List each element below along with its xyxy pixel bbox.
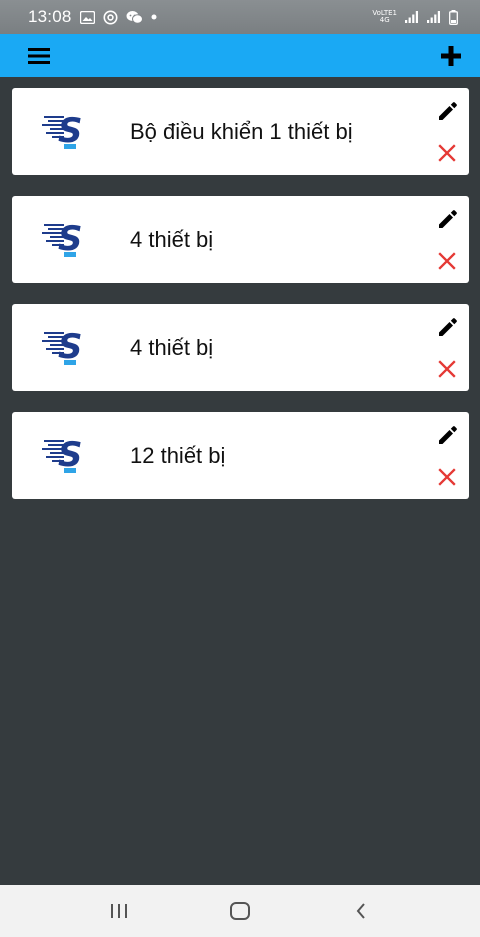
device-name: 4 thiết bị [130, 226, 214, 252]
network-bottom-label: 4G [379, 16, 390, 24]
plus-icon [440, 45, 462, 67]
network-type-indicator: VoLTE1 4G [372, 10, 397, 24]
brand-s-logo: S [42, 324, 92, 368]
delete-button[interactable] [435, 357, 459, 381]
device-name: 4 thiết bị [130, 334, 214, 360]
device-name: Bộ điều khiển 1 thiết bị [130, 118, 353, 144]
status-time: 13:08 [28, 7, 72, 26]
add-button[interactable] [436, 41, 466, 71]
signal-icon [427, 11, 441, 23]
chat-icon [126, 10, 143, 25]
brand-s-logo: S [42, 108, 92, 152]
system-navigation-bar [0, 885, 480, 937]
hamburger-menu-icon [28, 47, 50, 65]
device-card[interactable]: S Bộ điều khiển 1 thiết bị [12, 88, 469, 175]
edit-button[interactable] [435, 314, 461, 340]
pencil-icon [437, 100, 459, 122]
battery-icon [449, 9, 458, 25]
recent-apps-button[interactable] [99, 891, 139, 931]
pencil-icon [437, 424, 459, 446]
delete-button[interactable] [435, 141, 459, 165]
signal-icon [405, 11, 419, 23]
at-icon [103, 10, 118, 25]
app-bar [0, 34, 480, 77]
status-left: 13:08 [28, 7, 157, 27]
dot-icon [151, 14, 157, 20]
close-icon [438, 252, 456, 270]
delete-button[interactable] [435, 249, 459, 273]
pencil-icon [437, 208, 459, 230]
status-right: VoLTE1 4G [372, 9, 458, 25]
delete-button[interactable] [435, 465, 459, 489]
menu-button[interactable] [24, 41, 54, 71]
close-icon [438, 144, 456, 162]
close-icon [438, 468, 456, 486]
edit-button[interactable] [435, 98, 461, 124]
device-name: 12 thiết bị [130, 442, 226, 468]
device-card[interactable]: S 4 thiết bị [12, 196, 469, 283]
edit-button[interactable] [435, 422, 461, 448]
edit-button[interactable] [435, 206, 461, 232]
brand-s-logo: S [42, 432, 92, 476]
home-button[interactable] [220, 891, 260, 931]
device-card[interactable]: S 4 thiết bị [12, 304, 469, 391]
home-icon [229, 901, 251, 921]
brand-s-logo: S [42, 216, 92, 260]
back-icon [354, 901, 368, 921]
close-icon [438, 360, 456, 378]
status-bar: 13:08 VoLTE1 4G [0, 0, 480, 34]
recent-apps-icon [109, 902, 129, 920]
image-icon [79, 10, 95, 24]
pencil-icon [437, 316, 459, 338]
device-card[interactable]: S 12 thiết bị [12, 412, 469, 499]
back-button[interactable] [341, 891, 381, 931]
device-list: S Bộ điều khiển 1 thiết bị S 4 thiết bị … [12, 88, 469, 520]
